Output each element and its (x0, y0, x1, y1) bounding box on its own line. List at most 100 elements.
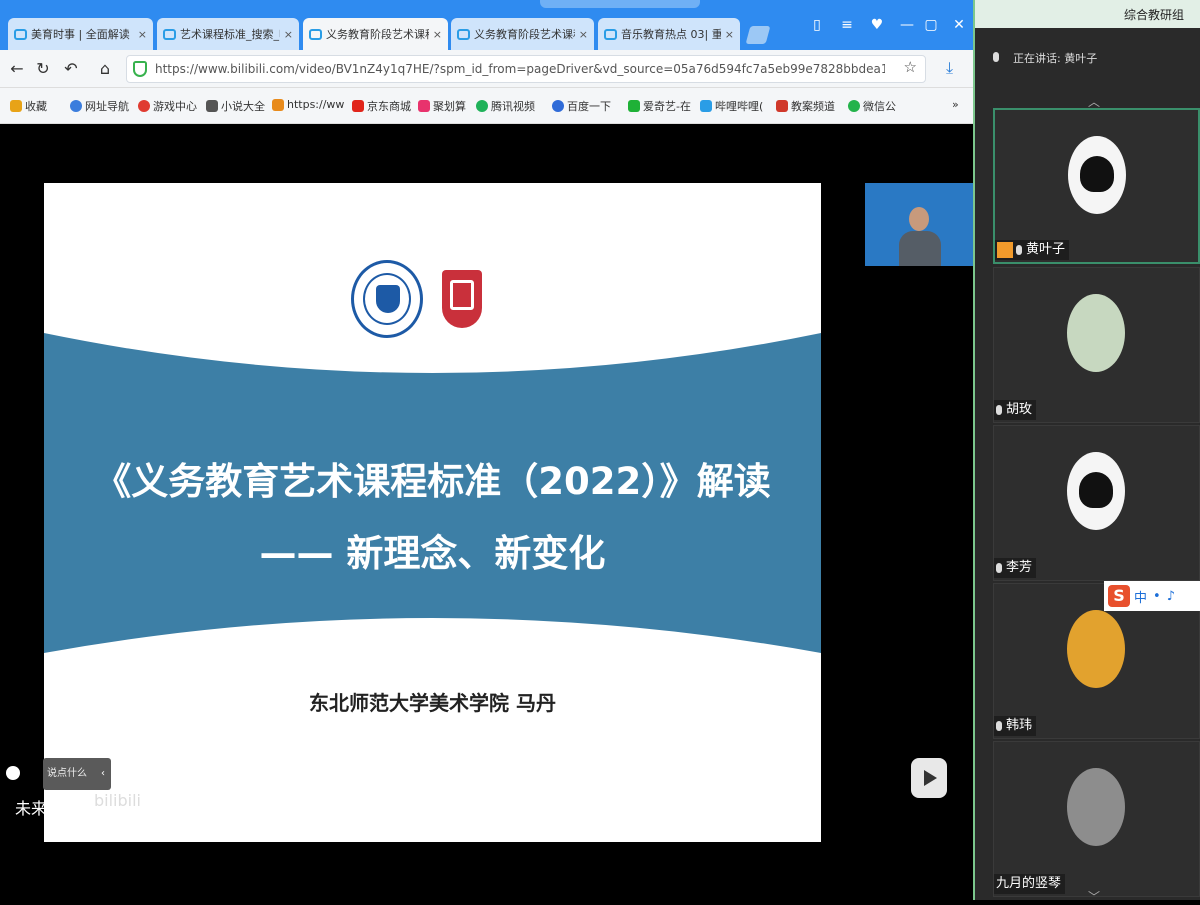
mic-icon (996, 721, 1002, 731)
bookmark-item[interactable]: 网址导航 (70, 98, 129, 114)
back-icon[interactable]: ← (6, 58, 28, 80)
minimize-icon[interactable]: — (896, 14, 918, 36)
new-tab-button[interactable] (745, 26, 771, 44)
shirt-icon[interactable]: ♥ (866, 14, 888, 36)
menu-icon[interactable]: ≡ (836, 14, 858, 36)
school-shield-logo (442, 270, 482, 328)
host-icon (997, 242, 1013, 258)
bookmark-label: 爱奇艺-在 (643, 100, 691, 113)
url-input[interactable]: https://www.bilibili.com/video/BV1nZ4y1q… (126, 55, 926, 83)
bookmark-label: 收藏 (25, 100, 47, 113)
university-seal-logo (351, 260, 423, 338)
bookmark-item[interactable]: 哔哩哔哩( (700, 98, 763, 114)
close-icon[interactable]: × (725, 28, 734, 41)
tab-list-icon[interactable]: ▯ (806, 14, 828, 36)
participant-name: 李芳 (994, 558, 1037, 578)
more-bookmarks-icon[interactable]: » (952, 98, 959, 111)
link-icon (272, 98, 284, 111)
close-icon[interactable]: × (284, 28, 293, 41)
star-icon[interactable]: ☆ (904, 58, 917, 76)
participant-tile[interactable]: 黄叶子 (993, 108, 1200, 264)
bilibili-watermark: bilibili (94, 791, 141, 810)
close-icon[interactable]: × (433, 28, 442, 41)
bookmark-item[interactable]: 聚划算 (418, 98, 466, 114)
speaker-camera (865, 183, 973, 266)
bookmark-label: 哔哩哔哩( (715, 100, 764, 113)
meeting-panel: 综合教研组 正在讲话: 黄叶子 ︿ 黄叶子 胡玫 李芳 韩玮 九月的竖琴 ﹀ (975, 0, 1200, 904)
slide-band (44, 333, 821, 653)
speaking-indicator: 正在讲话: 黄叶子 (993, 50, 1097, 66)
group-name: 综合教研组 (1123, 8, 1184, 22)
tab-2[interactable]: 艺术课程标准_搜索_哔 × (157, 18, 299, 50)
chevron-left-icon[interactable]: ‹ (101, 758, 105, 790)
participant-name: 九月的竖琴 (994, 874, 1066, 894)
tab-5[interactable]: 音乐教育热点 03| 重读 × (598, 18, 740, 50)
mic-icon (996, 563, 1002, 573)
bookmark-item[interactable]: 游戏中心 (138, 98, 197, 114)
avatar (1067, 768, 1125, 846)
bookmark-item[interactable]: 微信公 (848, 98, 896, 114)
bookmark-item[interactable]: 腾讯视频 (476, 98, 535, 114)
slide-subtitle: —— 新理念、新变化 (259, 532, 606, 575)
close-icon[interactable]: × (579, 28, 588, 41)
close-icon[interactable]: × (138, 28, 147, 41)
baidu-icon (552, 100, 564, 112)
undo-icon[interactable]: ↶ (60, 58, 82, 80)
bookmark-label: 腾讯视频 (491, 100, 535, 113)
chevron-down-icon[interactable]: ﹀ (1088, 888, 1100, 905)
participant-tile[interactable]: 九月的竖琴 (993, 741, 1200, 897)
avatar (1067, 610, 1125, 688)
mic-icon[interactable]: ♪ (1167, 589, 1175, 604)
participant-name: 黄叶子 (995, 240, 1070, 260)
tab-label: 艺术课程标准_搜索_哔 (180, 28, 280, 41)
participant-tile[interactable]: 胡玫 (993, 267, 1200, 423)
danmu-placeholder: 说点什么 (47, 768, 87, 779)
sogou-icon: S (1108, 585, 1130, 607)
globe-icon (70, 100, 82, 112)
ime-toolbar[interactable]: S 中 • ♪ (1104, 581, 1200, 611)
bookmark-item[interactable]: 百度一下 (552, 98, 611, 114)
smile-icon[interactable] (6, 766, 20, 780)
maximize-icon[interactable]: ▢ (920, 14, 942, 36)
participant-name: 胡玫 (994, 400, 1037, 420)
ime-mode[interactable]: 中 (1134, 587, 1147, 606)
bilibili-icon (163, 28, 176, 40)
avatar (1068, 136, 1126, 214)
shield-icon (133, 61, 147, 77)
bookmark-item[interactable]: 京东商城 (352, 98, 411, 114)
home-icon[interactable]: ⌂ (94, 58, 116, 80)
bookmark-item[interactable]: 收藏 (10, 98, 47, 114)
tab-3-active[interactable]: 义务教育阶段艺术课程 × (303, 18, 448, 50)
bookmark-item[interactable]: 小说大全 (206, 98, 265, 114)
download-icon[interactable]: ⤓ (946, 58, 953, 78)
participant-tile[interactable]: 李芳 (993, 425, 1200, 581)
tab-4[interactable]: 义务教育阶段艺术课程 × (451, 18, 594, 50)
book-icon (206, 100, 218, 112)
bilibili-icon (700, 100, 712, 112)
mic-icon (1016, 245, 1022, 255)
bookmark-label: 微信公 (863, 100, 896, 113)
close-window-icon[interactable]: ✕ (948, 14, 970, 36)
bilibili-icon (309, 28, 322, 40)
bookmark-label: 网址导航 (85, 100, 129, 113)
bookmark-item[interactable]: https://ww (272, 98, 344, 111)
speaking-label: 正在讲话: 黄叶子 (1013, 52, 1098, 65)
bookmark-item[interactable]: 爱奇艺-在 (628, 98, 691, 114)
side-text: 未来 (15, 799, 48, 818)
punctuation-icon[interactable]: • (1153, 589, 1161, 604)
danmu-input[interactable]: 说点什么 ‹ (43, 758, 111, 790)
tab-bar: 美育时事 | 全面解读《 × 艺术课程标准_搜索_哔 × 义务教育阶段艺术课程 … (0, 0, 975, 50)
bookmark-item[interactable]: 教案频道 (776, 98, 835, 114)
game-icon (138, 100, 150, 112)
bilibili-icon (457, 28, 470, 40)
mic-icon (996, 405, 1002, 415)
bookmark-label: 教案频道 (791, 100, 835, 113)
mic-icon (993, 52, 999, 62)
top-banner (540, 0, 700, 8)
bilibili-tv-icon[interactable] (911, 758, 947, 798)
presentation-slide: 《义务教育艺术课程标准（2022）》解读 —— 新理念、新变化 东北师范大学美术… (44, 183, 821, 842)
refresh-icon[interactable]: ↻ (32, 58, 54, 80)
star-icon (10, 100, 22, 112)
tab-1[interactable]: 美育时事 | 全面解读《 × (8, 18, 153, 50)
bookmark-label: 聚划算 (433, 100, 466, 113)
